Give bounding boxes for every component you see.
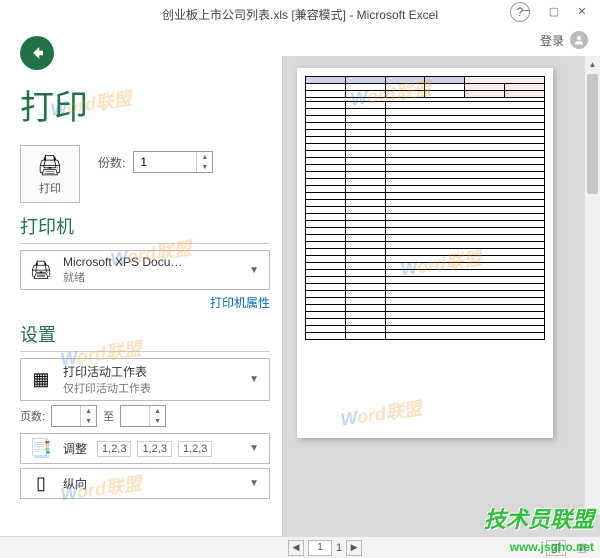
print-scope-selector[interactable]: ▦ 打印活动工作表 仅打印活动工作表 ▼ [20,358,270,401]
show-margins-icon[interactable]: ▣ [572,540,592,556]
settings-section-title: 设置 [20,321,270,347]
minimize-button[interactable]: ─ [512,0,540,22]
collation-selector[interactable]: 📑 调整 1,2,3 1,2,3 1,2,3 ▼ [20,433,270,464]
divider [20,351,270,352]
print-button[interactable]: 🖨 打印 [20,145,80,203]
chevron-down-icon: ▼ [245,374,263,385]
next-page-button[interactable]: ▶ [346,540,362,556]
page-navigation: ◀ 1 1 ▶ [288,540,362,556]
printer-selector[interactable]: 🖨 Microsoft XPS Docu… 就绪 ▼ [20,250,270,290]
collate-seq: 1,2,3 [97,441,131,457]
print-settings-panel: 打印 🖨 打印 份数: 1 ▲▼ 打印机 🖨 Microsoft XPS Doc… [0,56,282,536]
pages-label: 页数: [20,408,45,424]
window-title: 创业板上市公司列表.xls [兼容模式] - Microsoft Excel [162,6,438,23]
spinner-up-icon[interactable]: ▲ [81,406,96,416]
copies-spinner[interactable]: 1 ▲▼ [133,151,213,173]
spinner-up-icon[interactable]: ▲ [197,152,212,162]
chevron-down-icon: ▼ [245,443,263,454]
spinner-down-icon[interactable]: ▼ [81,416,96,426]
collate-label: 调整 [63,440,87,457]
page-of-label: 1 [336,542,342,554]
page-title: 打印 [20,80,270,129]
zoom-to-page-icon[interactable]: ▦ [546,540,566,556]
user-avatar-icon[interactable] [570,31,588,49]
page-from-spinner[interactable]: ▲▼ [51,405,97,427]
page-to-spinner[interactable]: ▲▼ [120,405,166,427]
chevron-down-icon: ▼ [245,478,263,489]
status-bar: ◀ 1 1 ▶ ▦ ▣ [0,536,600,558]
print-preview-panel: ▲ [282,56,600,536]
user-bar: 登录 [0,28,600,52]
collate-seq: 1,2,3 [137,441,171,457]
current-page-field[interactable]: 1 [308,540,332,556]
copies-label: 份数: [98,154,125,171]
spinner-down-icon[interactable]: ▼ [197,162,212,172]
print-action-row: 🖨 打印 份数: 1 ▲▼ [20,145,270,203]
main-area: 打印 🖨 打印 份数: 1 ▲▼ 打印机 🖨 Microsoft XPS Doc… [0,56,600,536]
prev-page-button[interactable]: ◀ [288,540,304,556]
printer-status-icon: 🖨 [27,260,55,281]
page-range-row: 页数: ▲▼ 至 ▲▼ [20,405,270,427]
spinner-up-icon[interactable]: ▲ [150,406,165,416]
collate-seq: 1,2,3 [178,441,212,457]
portrait-icon: ▯ [27,473,55,494]
printer-status: 就绪 [63,269,237,285]
title-bar: 创业板上市公司列表.xls [兼容模式] - Microsoft Excel ?… [0,0,600,28]
printer-section-title: 打印机 [20,213,270,239]
chevron-down-icon: ▼ [245,265,263,276]
copies-value: 1 [140,155,147,169]
orientation-label: 纵向 [63,475,237,492]
print-button-label: 打印 [39,180,61,196]
orientation-selector[interactable]: ▯ 纵向 ▼ [20,468,270,499]
sheets-icon: ▦ [27,369,55,390]
preview-page [297,68,553,438]
preview-table [305,76,545,340]
divider [20,243,270,244]
maximize-button[interactable]: ▢ [540,0,568,22]
scrollbar-thumb[interactable] [587,74,598,194]
login-link[interactable]: 登录 [540,32,564,49]
scroll-up-icon[interactable]: ▲ [585,56,600,72]
copies-control: 份数: 1 ▲▼ [98,151,213,173]
vertical-scrollbar[interactable]: ▲ [584,56,600,514]
spinner-down-icon[interactable]: ▼ [150,416,165,426]
scope-line1: 打印活动工作表 [63,363,237,380]
window-controls: ─ ▢ ✕ [512,0,596,22]
close-button[interactable]: ✕ [568,0,596,22]
pages-to-label: 至 [103,408,114,424]
printer-properties-link[interactable]: 打印机属性 [20,294,270,311]
scope-line2: 仅打印活动工作表 [63,380,237,396]
printer-name: Microsoft XPS Docu… [63,255,237,269]
collate-icon: 📑 [27,438,55,459]
printer-icon: 🖨 [37,153,62,178]
